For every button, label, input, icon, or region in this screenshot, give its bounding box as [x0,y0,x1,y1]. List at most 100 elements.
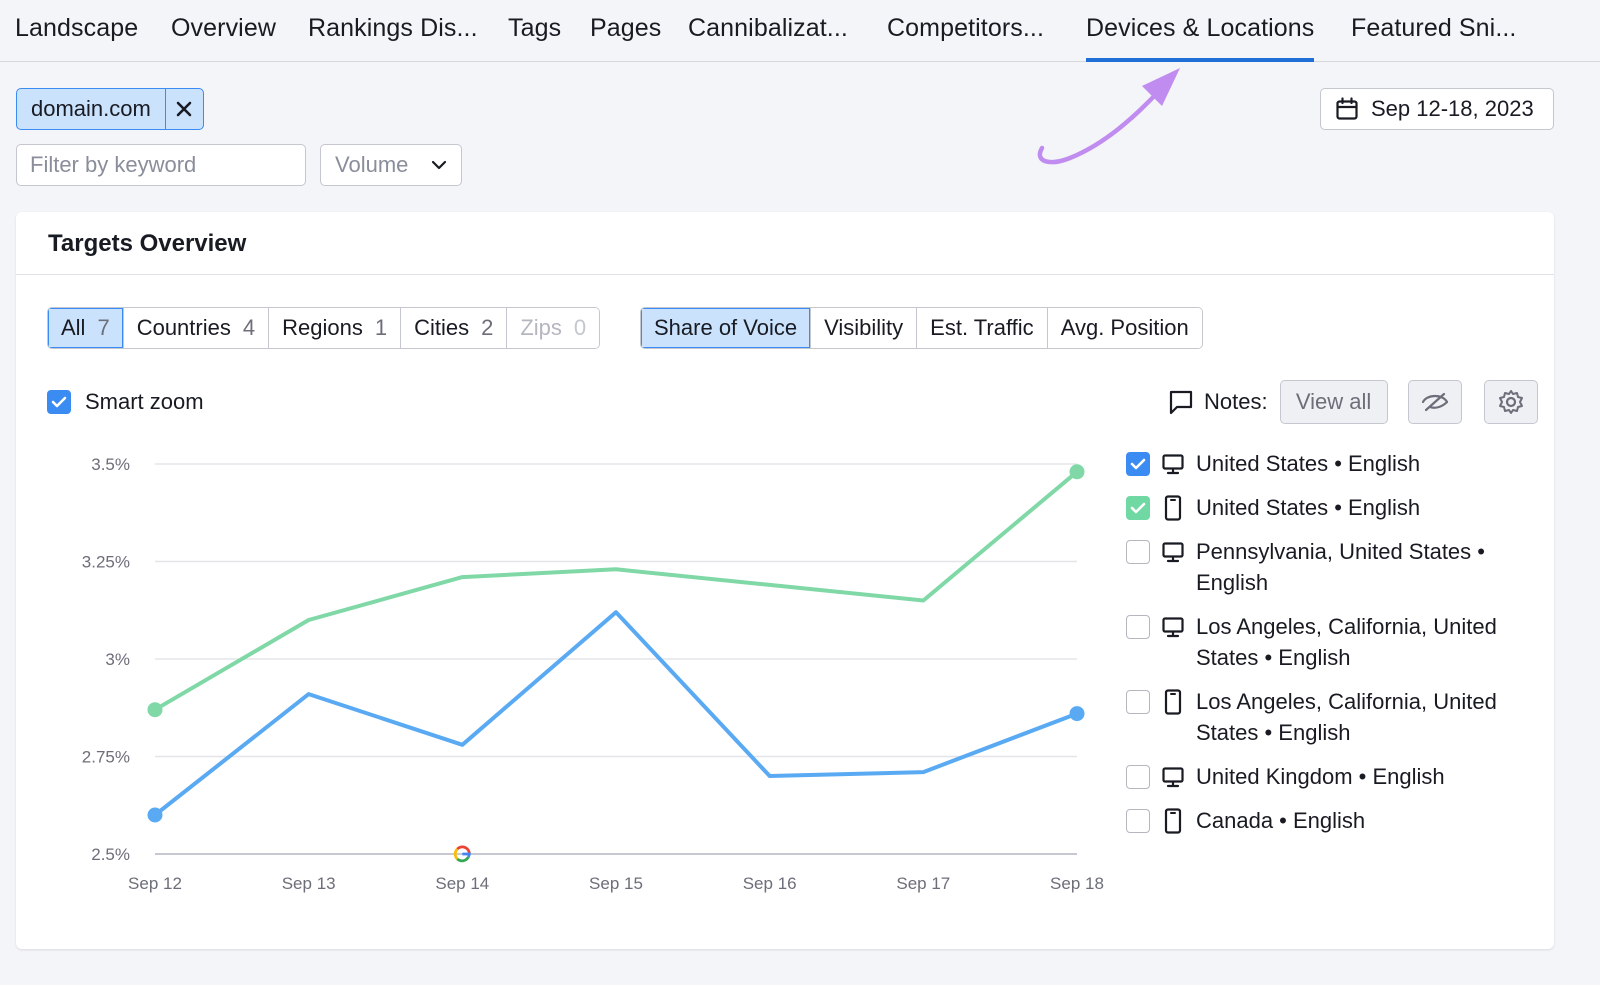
legend-checkbox[interactable] [1126,809,1150,833]
y-tick-label: 2.5% [91,845,130,864]
domain-chip-label: domain.com [31,96,151,121]
eye-off-icon [1421,392,1448,412]
check-icon [1130,458,1146,470]
desktop-icon [1162,613,1184,641]
mobile-icon [1162,807,1184,835]
y-tick-label: 3.5% [91,455,130,474]
mobile-icon [1162,494,1184,522]
desktop-icon [1162,450,1184,478]
tab-featured-snippets[interactable]: Featured Sni... [1351,14,1516,43]
share-of-voice-chart: 3.5% 3.25% 3% 2.75% 2.5% Sep 12 Sep 13 Sep 14 Se… [82,455,1104,893]
tab-landscape[interactable]: Landscape [15,14,138,43]
tab-overview[interactable]: Overview [171,14,276,43]
legend-label: United States • English [1196,451,1421,476]
volume-dropdown-label: Volume [335,152,409,177]
target-filter-count: 0 [573,315,587,340]
legend-checkbox[interactable] [1126,540,1150,564]
tab-devices-locations[interactable]: Devices & Locations [1086,14,1315,62]
notes-label: Notes: [1204,389,1268,414]
series-line [153,469,1079,712]
target-filter-zips: Zips 0 [507,308,600,348]
legend-label: United States • English [1196,495,1421,520]
targets-overview-card: Targets Overview All 7 Countries 4 Regions… [16,212,1554,949]
domain-chip: domain.com [16,88,204,130]
tab-cannibalization[interactable]: Cannibalizat... [688,14,848,43]
target-filter-countries[interactable]: Countries 4 [123,308,270,348]
target-filter-regions[interactable]: Regions 1 [269,308,402,348]
y-tick-label: 3% [105,650,130,669]
target-filter-count: 1 [374,315,388,340]
x-tick-label: Sep 17 [896,874,950,893]
legend-checkbox[interactable] [1126,690,1150,714]
y-tick-label: 3.25% [82,553,130,572]
date-range-button[interactable]: Sep 12-18, 2023 [1320,88,1554,130]
smart-zoom-checkbox[interactable] [47,390,71,414]
close-icon [177,101,192,117]
series-endpoint [147,702,163,718]
legend-item[interactable]: Canada • English [1126,805,1546,836]
metric-tab-share-of-voice[interactable]: Share of Voice [641,308,812,348]
legend-checkbox[interactable] [1126,496,1150,520]
legend-label: Canada • English [1196,808,1366,833]
chevron-down-icon [431,160,447,170]
card-title: Targets Overview [48,230,247,257]
metric-tab-avg-position[interactable]: Avg. Position [1047,308,1202,348]
keyword-filter-input[interactable] [17,145,305,185]
volume-dropdown[interactable]: Volume [320,144,462,186]
x-tick-label: Sep 12 [128,874,182,893]
check-icon [1130,502,1146,514]
target-filter-all[interactable]: All 7 [48,308,124,348]
legend-checkbox[interactable] [1126,452,1150,476]
tab-tags[interactable]: Tags [508,14,561,43]
legend-item[interactable]: United Kingdom • English [1126,761,1546,792]
legend-label: Pennsylvania, United States • English [1196,539,1485,595]
tab-competitors[interactable]: Competitors... [887,14,1044,43]
legend-label: Los Angeles, California, United States •… [1196,689,1497,745]
card-divider [16,274,1554,275]
top-navigation: Landscape Overview Rankings Dis... Tags … [0,0,1600,62]
target-filter-count: 7 [97,315,110,340]
legend-label: Los Angeles, California, United States •… [1196,614,1497,670]
target-filter-count: 4 [242,315,256,340]
legend-item[interactable]: Los Angeles, California, United States •… [1126,611,1546,673]
view-all-notes-button[interactable]: View all [1279,380,1388,424]
calendar-icon [1336,97,1358,120]
y-tick-label: 2.75% [82,748,130,767]
mobile-icon [1162,688,1184,716]
gear-icon [1498,390,1523,414]
series-endpoint [1069,464,1085,480]
note-icon [1169,390,1193,415]
settings-button[interactable] [1483,380,1538,424]
legend-checkbox[interactable] [1126,765,1150,789]
target-filter-cities[interactable]: Cities 2 [401,308,508,348]
legend-item[interactable]: Pennsylvania, United States • English [1126,536,1546,598]
metric-tab-est-traffic[interactable]: Est. Traffic [917,308,1048,348]
keyword-filter [16,144,306,186]
tab-rankings-distribution[interactable]: Rankings Dis... [308,14,478,43]
tab-pages[interactable]: Pages [590,14,661,43]
desktop-icon [1162,538,1184,566]
metric-tab-visibility[interactable]: Visibility [811,308,918,348]
series-endpoint [1069,706,1085,722]
legend-item[interactable]: United States • English [1126,448,1546,479]
legend-checkbox[interactable] [1126,615,1150,639]
remove-domain-button[interactable] [164,89,203,129]
legend-item[interactable]: Los Angeles, California, United States •… [1126,686,1546,748]
x-tick-label: Sep 13 [282,874,336,893]
desktop-icon [1162,763,1184,791]
x-tick-label: Sep 18 [1050,874,1104,893]
target-filter-label: All [61,315,86,340]
smart-zoom: Smart zoom [47,389,204,415]
annotation-arrow [1037,68,1180,165]
check-icon [51,396,67,408]
x-tick-label: Sep 15 [589,874,643,893]
target-filter-label: Zips [520,315,562,340]
metric-segment: Share of Voice Visibility Est. Traffic A… [640,307,1203,349]
legend-item[interactable]: United States • English [1126,492,1546,523]
notes-bar: Notes: View all [1168,380,1538,424]
legend-label: United Kingdom • English [1196,764,1445,789]
target-filter-label: Regions [282,315,363,340]
target-filter-label: Countries [136,315,231,340]
hide-notes-button[interactable] [1407,380,1462,424]
chart-legend: United States • English United States • … [1126,448,1546,849]
